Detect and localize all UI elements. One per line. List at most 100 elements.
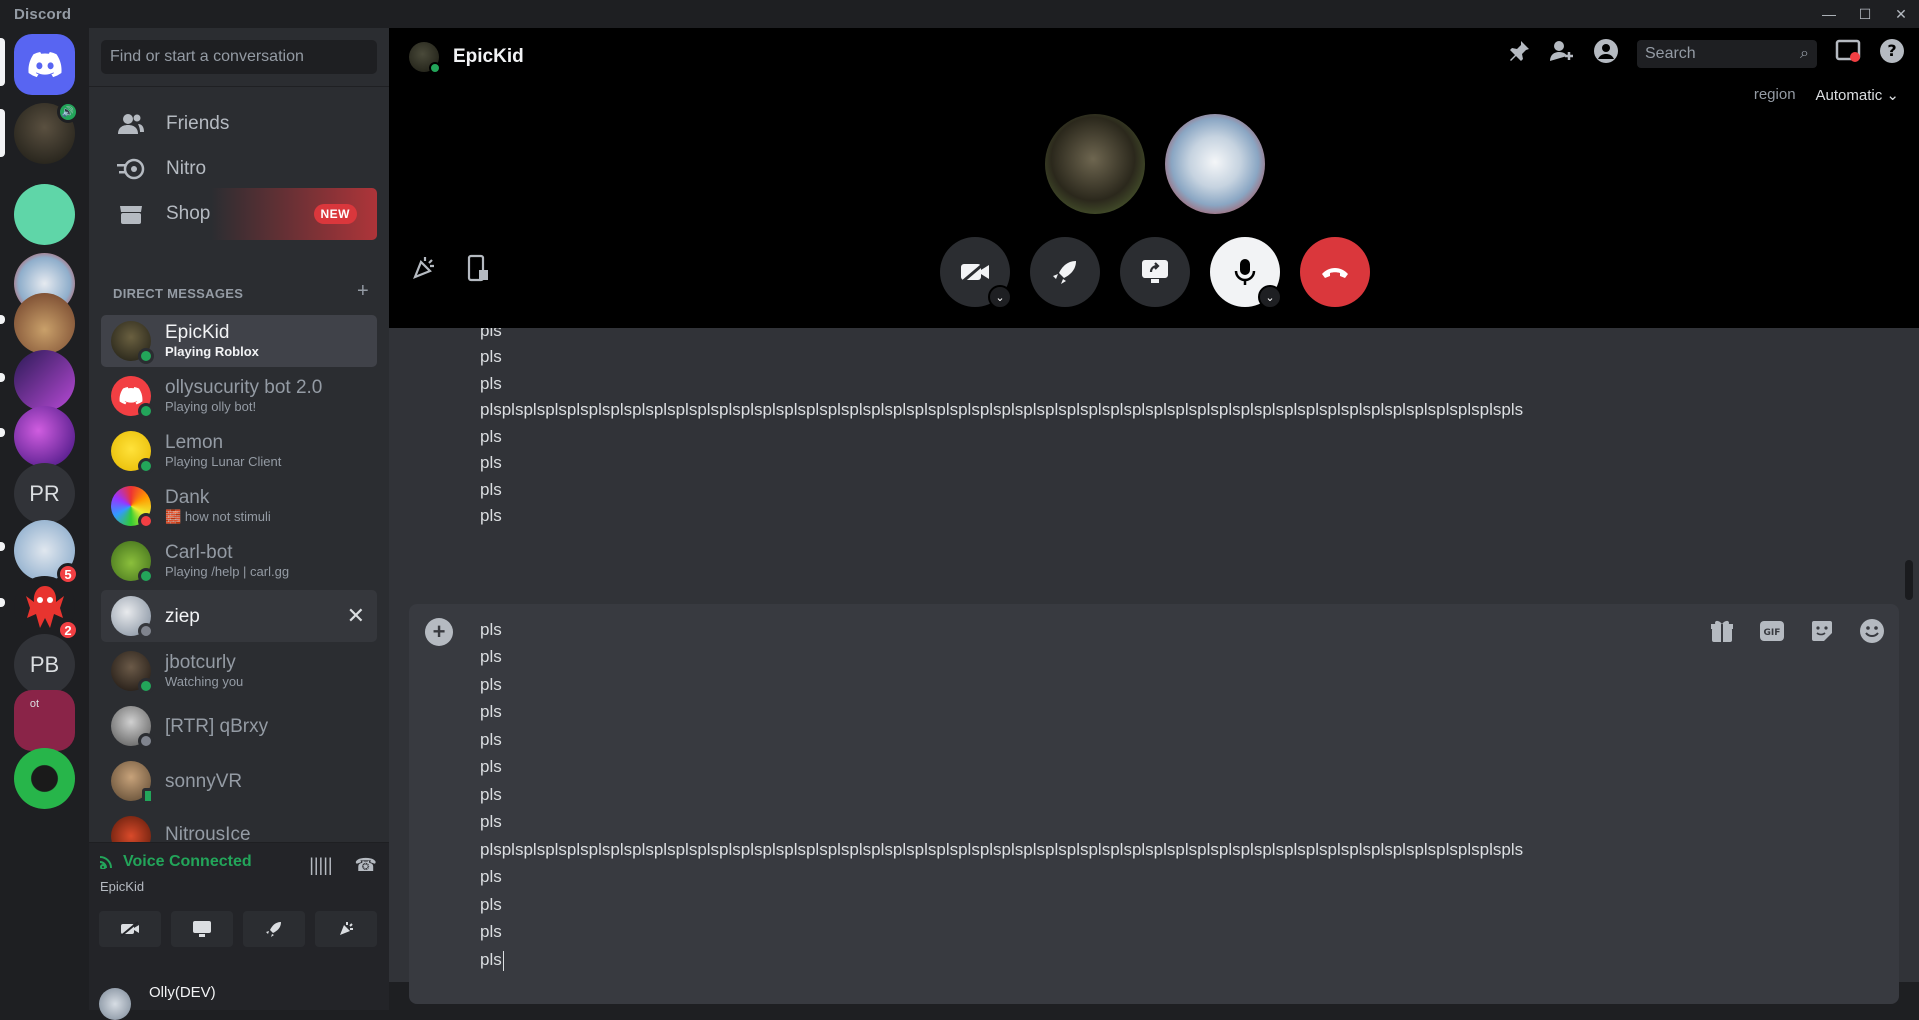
server-purple[interactable] [14,350,75,411]
message: pls [480,480,502,499]
dm-item-lemon[interactable]: Lemon Playing Lunar Client [101,425,377,477]
friends-icon [113,113,149,135]
avatar [111,541,154,584]
server-pb[interactable]: PB [14,634,75,695]
nav-label: Nitro [166,158,207,179]
message-composer[interactable]: + GIF pls pls pls pls pls pls pls pls pl… [409,604,1899,1004]
dm-name: Lemon [165,432,224,453]
user-profile-icon[interactable] [1593,38,1619,69]
server-voice-avatar[interactable]: 🔊 [14,101,79,164]
svg-text:?: ? [1887,41,1896,60]
screen-share-button[interactable] [171,911,233,947]
server-animal[interactable] [14,293,75,354]
server-cone[interactable] [14,406,75,467]
mute-toggle-button[interactable]: ⌄ [1210,237,1282,309]
selected-indicator [0,38,5,86]
soundboard-button[interactable] [315,911,377,947]
find-conversation-button[interactable]: Find or start a conversation [101,40,377,74]
close-dm-icon[interactable]: ✕ [347,603,365,629]
server-red-mascot[interactable]: 2 [14,576,79,641]
avatar [111,651,154,694]
dm-item-jbotcurly[interactable]: jbotcurly Watching you [101,645,377,697]
maximize-button[interactable]: ☐ [1847,0,1883,28]
dm-activity: Playing Lunar Client [165,454,282,469]
nav-shop[interactable]: Shop NEW [101,188,377,240]
chevron-down-icon[interactable]: ⌄ [988,285,1012,309]
region-selector[interactable]: region Automatic ⌄ [1754,86,1899,104]
new-badge: NEW [313,204,357,224]
chevron-down-icon[interactable]: ⌄ [1258,285,1282,309]
dm-item-ziep[interactable]: ziep ✕ [101,590,377,642]
server-pr[interactable]: PR [14,463,75,524]
dm-item-ollysucurity[interactable]: ollysucurity bot 2.0 Playing olly bot! [101,370,377,422]
user-name: Olly(DEV) [149,984,216,1001]
search-input[interactable]: Search ⌕ [1637,39,1817,68]
disconnect-call-button[interactable] [1300,237,1370,307]
participant-avatar-self[interactable] [1165,114,1265,214]
unread-dot [0,315,5,324]
dm-item-nitrousice[interactable]: NitrousIce [101,810,377,842]
create-dm-plus-icon[interactable]: + [357,280,369,303]
close-window-button[interactable]: ✕ [1883,0,1919,28]
server-simple-tag[interactable] [14,184,75,245]
gif-icon[interactable]: GIF [1759,618,1785,649]
server-game[interactable]: 5 [14,520,79,585]
help-icon[interactable]: ? [1879,38,1905,69]
status-offline-icon [138,623,154,639]
call-header: EpicKid [409,42,524,74]
nav-label: Friends [166,113,230,134]
voice-channel[interactable]: EpicKid [100,879,144,894]
disconnect-icon[interactable]: ☎ [355,855,377,876]
camera-toggle-button[interactable]: ⌄ [940,237,1012,309]
gift-icon[interactable] [1709,618,1735,649]
attach-plus-icon[interactable]: + [425,618,453,646]
server-initials: PB [29,651,60,677]
home-button[interactable] [14,34,75,95]
dm-activity: Playing /help | carl.gg [165,564,290,579]
voice-status[interactable]: Voice Connected [99,853,252,871]
pin-icon[interactable] [1507,39,1531,68]
server-green[interactable] [14,748,75,809]
dm-name: [RTR] qBrxy [165,715,269,737]
scrollbar-thumb[interactable] [1905,560,1913,600]
soundboard-icon[interactable] [411,254,437,287]
avatar [111,816,151,842]
message: plsplsplsplsplsplsplsplsplsplsplsplsplsp… [480,400,1524,419]
minimize-button[interactable]: — [1811,0,1847,28]
dm-item-epickid[interactable]: EpicKid Playing Roblox [101,315,377,367]
window-controls: — ☐ ✕ [1811,0,1919,28]
voice-panel: Voice Connected EpicKid ||||| ☎ [89,842,389,982]
emoji-icon[interactable] [1859,618,1885,649]
camera-off-button[interactable] [99,911,161,947]
dm-item-sonnyvr[interactable]: sonnyVR [101,755,377,807]
composer-line: pls [480,950,502,969]
title-bar: Discord — ☐ ✕ [0,0,1919,28]
add-friends-icon[interactable] [1549,39,1575,68]
chevron-down-icon: ⌄ [1886,87,1899,104]
sticker-icon[interactable] [1809,618,1835,649]
screen-share-button[interactable] [1120,237,1190,307]
message: pls [480,347,502,366]
composer-line: pls [480,895,502,914]
dm-activity: Playing olly bot! [165,399,257,414]
server-ot[interactable]: ot [14,690,75,751]
call-left-tools [411,254,489,287]
status-dnd-icon [138,513,154,529]
dm-item-qbrxy[interactable]: [RTR] qBrxy [101,700,377,752]
participant-avatar-epickid[interactable] [1045,114,1145,214]
activity-button[interactable] [243,911,305,947]
activity-launch-button[interactable] [1030,237,1100,307]
header-toolbar: Search ⌕ ? [1507,38,1905,69]
composer-line-last: pls [480,950,504,971]
composer-tools: GIF [1709,618,1885,649]
dm-item-dank[interactable]: Dank 🧱 how not stimuli [101,480,377,532]
user-avatar[interactable] [99,988,131,1020]
inbox-icon[interactable] [1835,39,1861,68]
status-online-icon [138,678,154,694]
server-initials: ot [29,698,40,710]
dm-item-carl-bot[interactable]: Carl-bot Playing /help | carl.gg [101,535,377,587]
message-list: pls pls pls plsplsplsplsplsplsplsplsplsp… [389,328,1919,628]
popout-icon[interactable] [467,254,489,287]
noise-suppression-icon[interactable]: ||||| [309,855,332,876]
voice-title: Voice Connected [123,853,252,870]
